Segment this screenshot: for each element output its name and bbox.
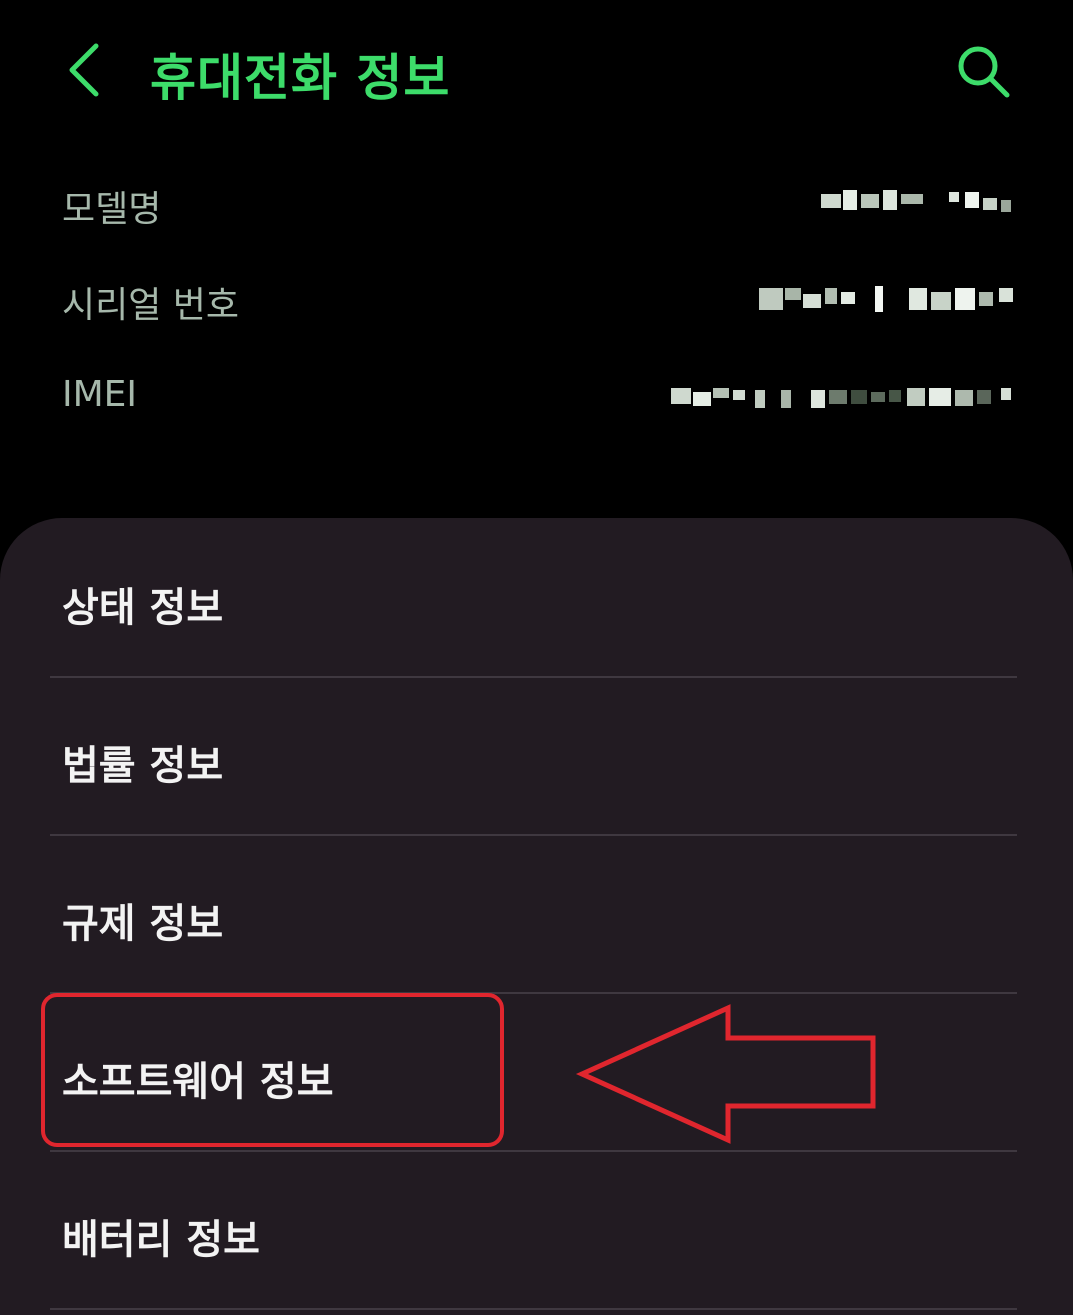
search-button[interactable]	[950, 38, 1016, 104]
highlight-box-annotation	[41, 993, 504, 1147]
serial-number-value-redacted	[759, 280, 1021, 316]
info-row-model: 모델명	[0, 172, 1073, 232]
model-name-label: 모델명	[62, 189, 162, 230]
back-button[interactable]	[58, 40, 108, 100]
imei-label: IMEI	[62, 374, 138, 415]
menu-item-status-info[interactable]: 상태 정보	[0, 520, 1073, 678]
phone-screen: 휴대전화 정보 모델명 시리얼 번호 IMEI 상태 정보 법률 정보 규제 정…	[0, 0, 1073, 1315]
menu-item-regulatory-info[interactable]: 규제 정보	[0, 836, 1073, 994]
info-row-imei: IMEI	[0, 366, 1073, 426]
menu-item-legal-info[interactable]: 법률 정보	[0, 678, 1073, 836]
model-name-value-redacted	[821, 184, 1021, 220]
divider	[50, 1308, 1017, 1310]
back-chevron-icon	[69, 43, 99, 97]
menu-item-label: 법률 정보	[62, 743, 224, 789]
search-icon	[958, 46, 1010, 98]
menu-item-label: 규제 정보	[62, 901, 224, 947]
menu-item-label: 상태 정보	[62, 585, 224, 631]
top-app-bar: 휴대전화 정보	[0, 0, 1073, 140]
imei-value-redacted	[671, 378, 1021, 414]
info-row-serial: 시리얼 번호	[0, 268, 1073, 328]
serial-number-label: 시리얼 번호	[62, 285, 240, 326]
menu-item-battery-info[interactable]: 배터리 정보	[0, 1152, 1073, 1310]
menu-item-label: 배터리 정보	[62, 1217, 260, 1263]
page-title: 휴대전화 정보	[150, 49, 451, 107]
left-arrow-annotation-icon	[575, 1004, 876, 1144]
